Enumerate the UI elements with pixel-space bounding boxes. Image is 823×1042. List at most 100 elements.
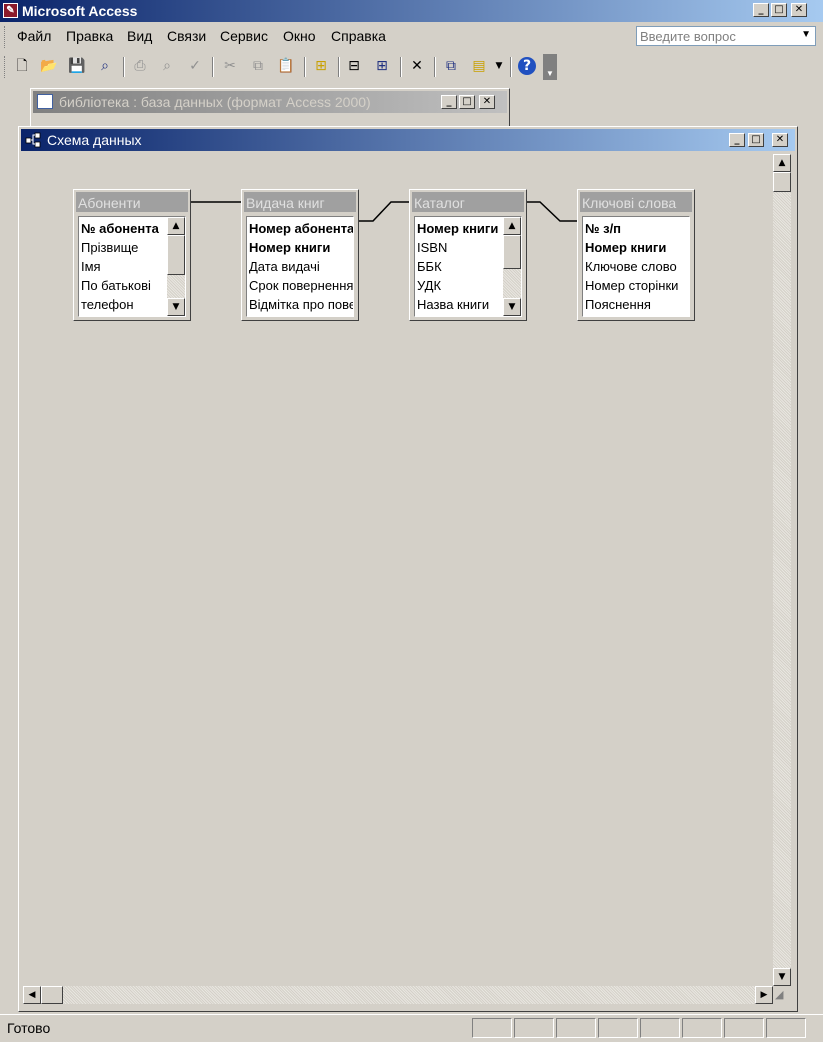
field-item[interactable]: Прізвище — [81, 238, 138, 257]
table-title[interactable]: Каталог — [412, 192, 524, 212]
relationships-window[interactable]: Схема данных _ □ ✕ Абоненти № абонента П… — [18, 126, 798, 1012]
field-item[interactable]: Номер книги — [585, 238, 666, 257]
status-cell — [598, 1018, 638, 1038]
new-object-dropdown-icon[interactable]: ▼ — [490, 57, 508, 75]
new-icon[interactable]: 🗋 — [13, 57, 31, 75]
database-icon — [37, 94, 53, 109]
db-minimize-button[interactable]: _ — [441, 95, 457, 109]
db-close-button[interactable]: ✕ — [479, 95, 495, 109]
menu-file[interactable]: Файл — [17, 28, 51, 44]
ask-question-input[interactable]: Введите вопрос ▼ — [636, 26, 816, 46]
field-list[interactable]: № абонента Прізвище Імя По батькові теле… — [78, 216, 186, 317]
help-icon[interactable]: ? — [518, 57, 536, 75]
menu-tools[interactable]: Сервис — [220, 28, 268, 44]
field-item[interactable]: Дата видачі — [249, 257, 320, 276]
database-window[interactable]: библіотека : база данных (формат Access … — [30, 88, 510, 128]
scroll-thumb[interactable] — [167, 235, 185, 275]
field-item[interactable]: Відмітка про повер — [249, 295, 353, 314]
menu-help[interactable]: Справка — [331, 28, 386, 44]
file-search-icon[interactable]: ⌕ — [96, 57, 114, 75]
field-item[interactable]: Імя — [81, 257, 101, 276]
schema-close-button[interactable]: ✕ — [772, 133, 788, 147]
horizontal-scroll-thumb[interactable] — [41, 986, 63, 1004]
scroll-down-icon[interactable]: ▼ — [503, 298, 521, 316]
table-title[interactable]: Ключові слова — [580, 192, 692, 212]
toolbar-grip[interactable] — [4, 56, 8, 78]
table-title[interactable]: Видача книг — [244, 192, 356, 212]
relationships-canvas[interactable]: Абоненти № абонента Прізвище Імя По бать… — [23, 154, 771, 986]
print-preview-icon[interactable]: ⌕ — [158, 57, 176, 75]
app-title: Microsoft Access — [22, 3, 138, 19]
table-vydacha-knyh[interactable]: Видача книг Номер абонента Номер книги Д… — [241, 189, 359, 321]
new-object-icon[interactable]: ▤ — [470, 57, 488, 75]
table-katalog[interactable]: Каталог Номер книги ISBN ББК УДК Назва к… — [409, 189, 527, 321]
field-item[interactable]: Номер абонента — [249, 219, 353, 238]
resize-grip-icon[interactable]: ◢ — [775, 988, 791, 1004]
menu-relationships[interactable]: Связи — [167, 28, 206, 44]
open-folder-icon[interactable]: 📂 — [40, 57, 58, 75]
toolbar-options-icon[interactable]: ▼ — [543, 54, 557, 80]
cut-icon[interactable]: ✂ — [221, 57, 239, 75]
scroll-left-icon[interactable]: ◀ — [23, 986, 41, 1004]
show-direct-relationships-icon[interactable]: ⊟ — [345, 57, 363, 75]
scroll-up-icon[interactable]: ▲ — [503, 217, 521, 235]
table-kliuchovi-slova[interactable]: Ключові слова № з/п Номер книги Ключове … — [577, 189, 695, 321]
field-item[interactable]: № з/п — [585, 219, 621, 238]
relationship-line-book[interactable] — [358, 201, 410, 222]
relationship-line-keywords[interactable] — [526, 201, 577, 222]
delete-icon[interactable]: ✕ — [408, 57, 426, 75]
field-item[interactable]: Номер книги — [417, 219, 498, 238]
database-window-title-bar: библіотека : база данных (формат Access … — [33, 91, 507, 113]
field-item[interactable]: Ключове слово — [585, 257, 677, 276]
db-maximize-button[interactable]: □ — [459, 95, 475, 109]
table-title[interactable]: Абоненти — [76, 192, 188, 212]
field-item[interactable]: По батькові — [81, 276, 151, 295]
field-list[interactable]: Номер абонента Номер книги Дата видачі С… — [246, 216, 354, 317]
spelling-icon[interactable]: ✓ — [186, 57, 204, 75]
field-item[interactable]: телефон — [81, 295, 134, 314]
scroll-right-icon[interactable]: ▶ — [755, 986, 773, 1004]
database-window-icon[interactable]: ⧉ — [442, 57, 460, 75]
vertical-scroll-thumb[interactable] — [773, 172, 791, 192]
paste-icon[interactable]: 📋 — [277, 57, 295, 75]
print-icon[interactable]: ⎙ — [131, 57, 149, 75]
field-list-scrollbar[interactable]: ▲ ▼ — [503, 217, 521, 316]
show-table-icon[interactable]: ⊞ — [312, 57, 330, 75]
scroll-up-icon[interactable]: ▲ — [773, 154, 791, 172]
field-item[interactable]: Назва книги — [417, 295, 489, 314]
field-item[interactable]: ISBN — [417, 238, 447, 257]
menu-grip[interactable] — [4, 26, 8, 48]
access-app-icon[interactable]: ✎ — [3, 3, 18, 18]
chevron-down-icon[interactable]: ▼ — [801, 29, 811, 40]
menu-window[interactable]: Окно — [283, 28, 316, 44]
field-list[interactable]: Номер книги ISBN ББК УДК Назва книги ▲ ▼ — [414, 216, 522, 317]
scroll-up-icon[interactable]: ▲ — [167, 217, 185, 235]
field-item[interactable]: Пояснення — [585, 295, 651, 314]
show-all-relationships-icon[interactable]: ⊞ — [373, 57, 391, 75]
maximize-button[interactable]: □ — [771, 3, 787, 17]
ask-question-placeholder: Введите вопрос — [640, 29, 736, 44]
field-list-scrollbar[interactable]: ▲ ▼ — [167, 217, 185, 316]
scroll-thumb[interactable] — [503, 235, 521, 269]
field-list[interactable]: № з/п Номер книги Ключове слово Номер ст… — [582, 216, 690, 317]
minimize-button[interactable]: _ — [753, 3, 769, 17]
copy-icon[interactable]: ⧉ — [249, 57, 267, 75]
field-item[interactable]: Номер книги — [249, 238, 330, 257]
schema-minimize-button[interactable]: _ — [729, 133, 745, 147]
field-item[interactable]: Срок повернення — [249, 276, 353, 295]
table-abonenty[interactable]: Абоненти № абонента Прізвище Імя По бать… — [73, 189, 191, 321]
status-cell — [556, 1018, 596, 1038]
vertical-scrollbar[interactable]: ▲ ▼ — [773, 154, 791, 986]
horizontal-scrollbar[interactable]: ◀ ▶ — [23, 986, 773, 1004]
field-item[interactable]: ББК — [417, 257, 442, 276]
scroll-down-icon[interactable]: ▼ — [167, 298, 185, 316]
menu-view[interactable]: Вид — [127, 28, 152, 44]
scroll-down-icon[interactable]: ▼ — [773, 968, 791, 986]
field-item[interactable]: № абонента — [81, 219, 159, 238]
schema-maximize-button[interactable]: □ — [748, 133, 764, 147]
close-button[interactable]: ✕ — [791, 3, 807, 17]
field-item[interactable]: Номер сторінки — [585, 276, 678, 295]
save-icon[interactable]: 💾 — [68, 57, 86, 75]
field-item[interactable]: УДК — [417, 276, 441, 295]
menu-edit[interactable]: Правка — [66, 28, 113, 44]
